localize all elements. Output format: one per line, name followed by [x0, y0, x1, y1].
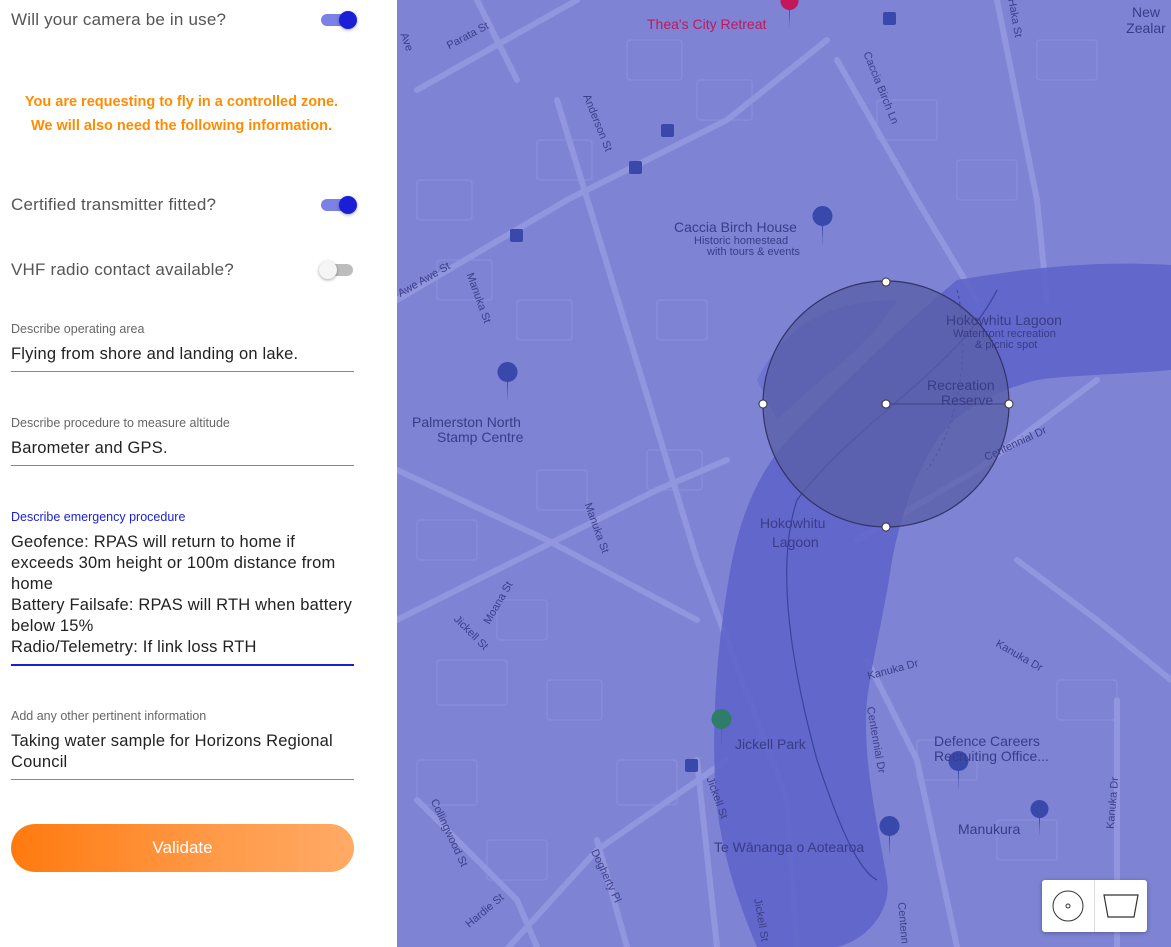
place-defence-1[interactable]: Defence Careers — [934, 733, 1040, 749]
altitude-input[interactable]: Barometer and GPS. — [11, 438, 354, 466]
vhf-row: VHF radio contact available? — [11, 260, 355, 280]
draw-tools — [1042, 880, 1147, 932]
place-caccia-desc-2: with tours & events — [707, 246, 800, 258]
place-lagoon-top-desc-2: & picnic spot — [975, 339, 1038, 351]
operating-area-label: Describe operating area — [11, 322, 145, 336]
place-theas[interactable]: Thea's City Retreat — [647, 16, 766, 32]
polygon-draw-icon[interactable] — [1094, 880, 1147, 932]
validate-button[interactable]: Validate — [11, 824, 354, 872]
transmitter-toggle[interactable] — [319, 195, 357, 215]
emergency-textarea[interactable]: Geofence: RPAS will return to home if ex… — [11, 532, 354, 666]
transmitter-row: Certified transmitter fitted? — [11, 195, 357, 215]
altitude-label: Describe procedure to measure altitude — [11, 416, 230, 430]
other-info-field: Add any other pertinent information Taki… — [11, 709, 354, 780]
other-info-input[interactable]: Taking water sample for Horizons Regiona… — [11, 731, 354, 780]
map-canvas — [397, 0, 1171, 947]
operating-area-field: Describe operating area Flying from shor… — [11, 322, 354, 372]
camera-row: Will your camera be in use? — [11, 10, 357, 30]
camera-toggle[interactable] — [319, 10, 357, 30]
other-info-label: Add any other pertinent information — [11, 709, 207, 723]
place-recreation-reserve-1[interactable]: Recreation — [927, 377, 995, 393]
altitude-field: Describe procedure to measure altitude B… — [11, 416, 354, 466]
place-defence-2[interactable]: Recruiting Office... — [934, 748, 1049, 764]
place-stamp-centre-1[interactable]: Palmerston North — [412, 414, 521, 430]
place-recreation-reserve-2[interactable]: Reserve — [941, 392, 993, 408]
emergency-field: Describe emergency procedure Geofence: R… — [11, 510, 354, 666]
place-stamp-centre-2[interactable]: Stamp Centre — [437, 429, 523, 445]
place-te-wananga[interactable]: Te Wānanga o Aotearoa — [714, 839, 864, 855]
vhf-label: VHF radio contact available? — [11, 260, 234, 279]
emergency-label: Describe emergency procedure — [11, 510, 186, 524]
flight-form-panel: Will your camera be in use? You are requ… — [0, 0, 397, 947]
place-lagoon-top[interactable]: Hokowhitu Lagoon — [946, 312, 1062, 328]
circle-draw-icon[interactable] — [1042, 880, 1094, 932]
controlled-zone-notice: You are requesting to fly in a controlle… — [0, 90, 363, 138]
place-jickell-park[interactable]: Jickell Park — [735, 736, 806, 752]
notice-line-1: You are requesting to fly in a controlle… — [24, 94, 339, 110]
place-caccia-house[interactable]: Caccia Birch House — [674, 219, 797, 235]
place-manukura[interactable]: Manukura — [958, 821, 1020, 837]
operating-area-input[interactable]: Flying from shore and landing on lake. — [11, 344, 354, 372]
camera-label: Will your camera be in use? — [11, 10, 227, 29]
place-lagoon-bottom-2[interactable]: Lagoon — [772, 534, 819, 550]
notice-line-2: We will also need the following informat… — [30, 118, 333, 134]
place-new-zealand[interactable]: New Zealar — [1121, 4, 1171, 36]
transmitter-label: Certified transmitter fitted? — [11, 195, 217, 214]
place-lagoon-bottom-1[interactable]: Hokowhitu — [760, 515, 825, 531]
map-view[interactable]: Thea's City Retreat New Zealar Caccia Bi… — [397, 0, 1171, 947]
vhf-toggle[interactable] — [319, 260, 355, 280]
